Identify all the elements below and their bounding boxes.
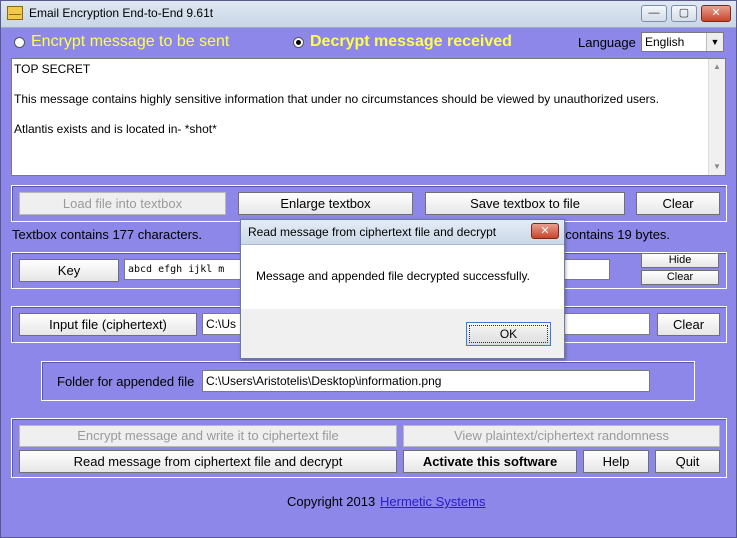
title-bar: Email Encryption End-to-End 9.61t — ▢ ✕	[1, 1, 736, 28]
clipboard-count: Clipboard contains 19 bytes.	[561, 227, 725, 242]
copyright-text: Copyright 2013	[287, 494, 376, 509]
decrypt-mode-label[interactable]: Decrypt message received	[310, 33, 512, 51]
message-line	[14, 107, 723, 122]
dialog-close-icon[interactable]: ✕	[531, 223, 559, 239]
minimize-button[interactable]: —	[641, 5, 667, 22]
message-line: This message contains highly sensitive i…	[14, 92, 660, 106]
save-textbox-button[interactable]: Save textbox to file	[425, 192, 625, 215]
app-window: Email Encryption End-to-End 9.61t — ▢ ✕ …	[0, 0, 737, 538]
clear-key-button[interactable]: Clear	[641, 270, 719, 285]
scroll-down-icon[interactable]: ▼	[709, 159, 725, 175]
message-textbox[interactable]: TOP SECRET This message contains highly …	[11, 58, 726, 176]
decrypt-mode-radio[interactable]	[293, 37, 304, 48]
envelope-icon	[7, 6, 23, 20]
folder-label: Folder for appended file	[57, 374, 195, 389]
dialog-message: Message and appended file decrypted succ…	[256, 269, 530, 283]
input-file-button[interactable]: Input file (ciphertext)	[19, 313, 197, 336]
message-line: Atlantis exists and is located in- *shot…	[14, 122, 217, 136]
language-label: Language	[578, 35, 636, 50]
view-randomness-button[interactable]: View plaintext/ciphertext randomness	[403, 425, 720, 447]
message-line: TOP SECRET	[14, 62, 91, 76]
scroll-up-icon[interactable]: ▲	[709, 59, 725, 75]
chevron-down-icon[interactable]: ▼	[706, 33, 723, 51]
vertical-scrollbar[interactable]: ▲ ▼	[708, 59, 725, 175]
load-file-button[interactable]: Load file into textbox	[19, 192, 226, 215]
decrypt-result-dialog: Read message from ciphertext file and de…	[240, 219, 565, 359]
quit-button[interactable]: Quit	[655, 450, 720, 473]
activate-software-button[interactable]: Activate this software	[403, 450, 577, 473]
hide-key-button[interactable]: Hide	[641, 253, 719, 268]
enlarge-textbox-button[interactable]: Enlarge textbox	[238, 192, 413, 215]
language-select[interactable]: English ▼	[641, 32, 724, 52]
language-value: English	[645, 35, 685, 49]
hermetic-systems-link[interactable]: Hermetic Systems	[380, 494, 485, 509]
encrypt-mode-radio[interactable]	[14, 37, 25, 48]
message-line	[14, 77, 723, 92]
read-decrypt-button[interactable]: Read message from ciphertext file and de…	[19, 450, 397, 473]
key-button[interactable]: Key	[19, 259, 119, 282]
window-title: Email Encryption End-to-End 9.61t	[29, 6, 214, 20]
dialog-body: Message and appended file decrypted succ…	[241, 245, 564, 309]
close-button[interactable]: ✕	[701, 5, 731, 22]
clear-textbox-button[interactable]: Clear	[636, 192, 720, 215]
maximize-button[interactable]: ▢	[671, 5, 697, 22]
dialog-title: Read message from ciphertext file and de…	[248, 225, 497, 239]
encrypt-write-button[interactable]: Encrypt message and write it to cipherte…	[19, 425, 397, 447]
dialog-title-bar: Read message from ciphertext file and de…	[241, 220, 564, 245]
dialog-ok-button[interactable]: OK	[466, 322, 551, 346]
help-button[interactable]: Help	[583, 450, 649, 473]
encrypt-mode-label[interactable]: Encrypt message to be sent	[31, 33, 229, 51]
folder-path[interactable]: C:\Users\Aristotelis\Desktop\information…	[202, 370, 650, 392]
textbox-count: Textbox contains 177 characters.	[12, 227, 203, 242]
clear-input-file-button[interactable]: Clear	[657, 313, 720, 336]
